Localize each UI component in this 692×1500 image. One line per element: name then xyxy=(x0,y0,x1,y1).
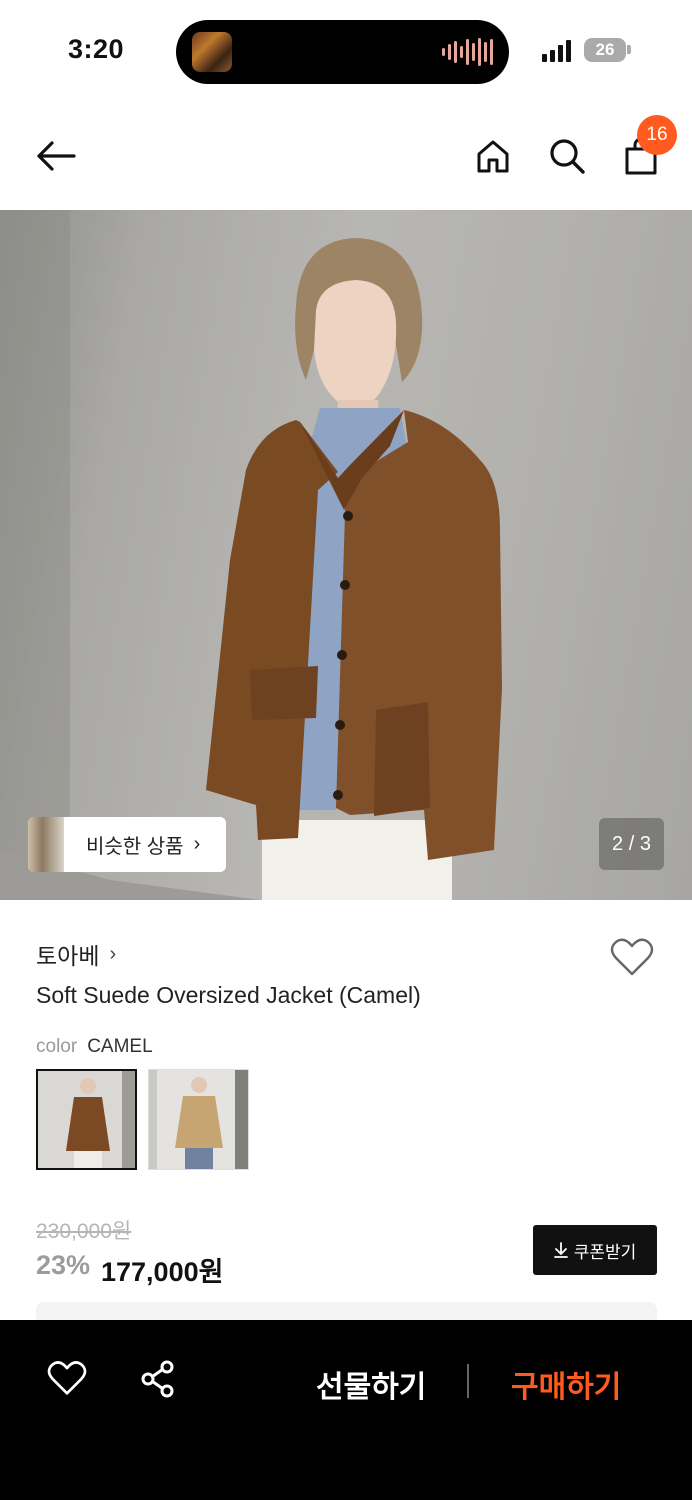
similar-products-label: 비슷한 상품 xyxy=(86,836,184,858)
swatch-beige-image xyxy=(149,1070,248,1169)
heart-icon xyxy=(47,1361,87,1395)
color-selection-label: color CAMEL xyxy=(36,1036,153,1058)
back-arrow-icon xyxy=(37,141,76,171)
bottom-action-bar: 선물하기 구매하기 xyxy=(0,1320,692,1500)
cart-count-badge: 16 xyxy=(637,115,677,155)
original-price: 230,000원 xyxy=(36,1220,132,1243)
search-icon xyxy=(550,139,585,174)
discount-rate: 23% xyxy=(36,1250,91,1280)
search-button[interactable] xyxy=(544,132,590,180)
product-photo xyxy=(0,210,502,900)
product-title: Soft Suede Oversized Jacket (Camel) xyxy=(36,982,421,1008)
home-button[interactable] xyxy=(470,132,516,180)
download-icon xyxy=(553,1242,568,1258)
chevron-right-icon: › xyxy=(193,833,201,855)
now-playing-artwork xyxy=(192,32,232,72)
sale-price: 177,000원 xyxy=(101,1257,224,1287)
coupon-label: 쿠폰받기 xyxy=(573,1242,637,1262)
similar-products-button[interactable]: 비슷한 상품 › xyxy=(28,817,226,872)
button-divider xyxy=(467,1364,469,1398)
swatch-camel-image xyxy=(38,1071,135,1168)
battery-tip xyxy=(627,45,631,54)
status-bar: 3:20 26 xyxy=(0,0,692,100)
like-button[interactable] xyxy=(44,1356,90,1400)
cellular-signal-icon xyxy=(542,40,571,62)
home-icon xyxy=(477,140,509,173)
color-swatch-beige[interactable] xyxy=(148,1069,249,1170)
heart-icon xyxy=(610,938,654,976)
wishlist-button[interactable] xyxy=(609,935,655,979)
color-key: color xyxy=(36,1036,78,1057)
share-icon xyxy=(141,1360,174,1398)
dynamic-island[interactable] xyxy=(176,20,509,84)
product-image-carousel[interactable]: 비슷한 상품 › 2 / 3 xyxy=(0,210,692,900)
chevron-right-icon: › xyxy=(109,942,117,965)
top-nav xyxy=(0,100,692,210)
brand-link[interactable]: 토아베 › xyxy=(36,937,116,971)
image-page-indicator: 2 / 3 xyxy=(599,818,664,870)
battery-icon: 26 xyxy=(584,38,626,62)
brand-name: 토아베 xyxy=(36,943,100,969)
similar-product-thumbnail xyxy=(28,817,64,872)
coupon-download-button[interactable]: 쿠폰받기 xyxy=(533,1225,657,1275)
back-button[interactable] xyxy=(30,132,82,180)
status-time: 3:20 xyxy=(68,34,125,64)
share-button[interactable] xyxy=(135,1356,181,1402)
color-value: CAMEL xyxy=(87,1036,153,1057)
buy-button[interactable]: 구매하기 xyxy=(511,1362,621,1406)
audio-waveform-icon xyxy=(442,38,493,66)
color-swatch-camel[interactable] xyxy=(36,1069,137,1170)
gift-button[interactable]: 선물하기 xyxy=(316,1362,426,1406)
